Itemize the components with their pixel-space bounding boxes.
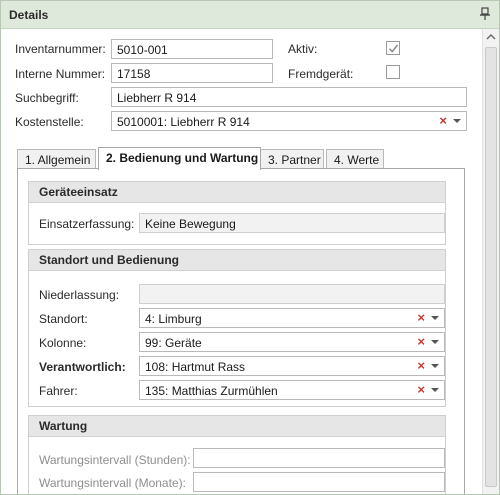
standort-label: Standort: (39, 312, 88, 326)
wartungsintervall-stunden-field[interactable] (193, 448, 445, 468)
interne-nummer-field[interactable]: 17158 (111, 63, 273, 83)
chevron-down-icon[interactable] (431, 316, 439, 320)
verantwortlich-label: Verantwortlich: (39, 360, 126, 374)
chevron-down-icon[interactable] (431, 388, 439, 392)
tab-content: Geräteeinsatz Einsatzerfassung: Keine Be… (17, 168, 465, 494)
group-standort: Standort und Bedienung Niederlassung: St… (28, 249, 446, 407)
group-title: Standort und Bedienung (39, 253, 179, 267)
group-geraeteeinsatz: Geräteeinsatz Einsatzerfassung: Keine Be… (28, 181, 446, 245)
kostenstelle-value: 5010001: Liebherr R 914 (117, 115, 250, 129)
kolonne-combo[interactable]: 99: Geräte × (139, 332, 445, 352)
panel-header: Details (1, 1, 499, 29)
tab-partner[interactable]: 3. Partner (260, 149, 324, 169)
fahrer-label: Fahrer: (39, 384, 78, 398)
chevron-down-icon[interactable] (453, 119, 461, 123)
pin-icon[interactable] (479, 7, 491, 21)
chevron-down-icon[interactable] (431, 340, 439, 344)
inventarnummer-label: Inventarnummer: (15, 42, 106, 56)
check-icon (388, 44, 399, 53)
fremdgeraet-label: Fremdgerät: (288, 67, 354, 81)
aktiv-label: Aktiv: (288, 42, 318, 56)
kostenstelle-label: Kostenstelle: (15, 115, 84, 129)
einsatzerfassung-label: Einsatzerfassung: (39, 217, 135, 231)
details-panel: Details Inventarnummer: 5010-001 Aktiv: … (0, 0, 500, 495)
wartungsintervall-stunden-label: Wartungsintervall (Stunden): (39, 453, 191, 467)
niederlassung-label: Niederlassung: (39, 288, 120, 302)
suchbegriff-field[interactable]: Liebherr R 914 (111, 87, 467, 107)
group-header: Wartung (29, 416, 445, 437)
clear-x-icon[interactable]: × (439, 113, 447, 128)
clear-x-icon[interactable]: × (417, 310, 425, 325)
group-header: Standort und Bedienung (29, 250, 445, 271)
verantwortlich-value: 108: Hartmut Rass (145, 360, 246, 374)
kostenstelle-combo[interactable]: 5010001: Liebherr R 914 × (111, 111, 467, 131)
group-header: Geräteeinsatz (29, 182, 445, 203)
standort-value: 4: Limburg (145, 312, 202, 326)
panel-title: Details (9, 8, 49, 22)
fahrer-value: 135: Matthias Zurmühlen (145, 384, 278, 398)
suchbegriff-label: Suchbegriff: (15, 91, 79, 105)
interne-nummer-label: Interne Nummer: (15, 67, 106, 81)
tab-werte[interactable]: 4. Werte (326, 149, 384, 169)
fremdgeraet-checkbox[interactable] (386, 65, 400, 79)
kolonne-label: Kolonne: (39, 336, 87, 350)
scrollbar-thumb[interactable] (485, 47, 497, 487)
group-title: Wartung (39, 419, 88, 433)
standort-combo[interactable]: 4: Limburg × (139, 308, 445, 328)
niederlassung-field (139, 284, 445, 304)
wartungsintervall-monate-label: Wartungsintervall (Monate): (39, 476, 186, 490)
fahrer-combo[interactable]: 135: Matthias Zurmühlen × (139, 380, 445, 400)
vertical-scrollbar[interactable] (482, 29, 499, 494)
verantwortlich-combo[interactable]: 108: Hartmut Rass × (139, 356, 445, 376)
aktiv-checkbox[interactable] (386, 41, 400, 55)
chevron-down-icon[interactable] (431, 364, 439, 368)
inventarnummer-field[interactable]: 5010-001 (111, 39, 273, 59)
clear-x-icon[interactable]: × (417, 358, 425, 373)
tab-allgemein[interactable]: 1. Allgemein (17, 149, 96, 169)
group-title: Geräteeinsatz (39, 185, 118, 199)
group-wartung: Wartung Wartungsintervall (Stunden): War… (28, 415, 446, 494)
wartungsintervall-monate-field[interactable] (193, 472, 445, 492)
tab-bedienung-wartung[interactable]: 2. Bedienung und Wartung (98, 147, 261, 170)
einsatzerfassung-field: Keine Bewegung (139, 213, 445, 233)
kolonne-value: 99: Geräte (145, 336, 202, 350)
clear-x-icon[interactable]: × (417, 334, 425, 349)
scroll-up-icon[interactable] (483, 29, 499, 45)
clear-x-icon[interactable]: × (417, 382, 425, 397)
